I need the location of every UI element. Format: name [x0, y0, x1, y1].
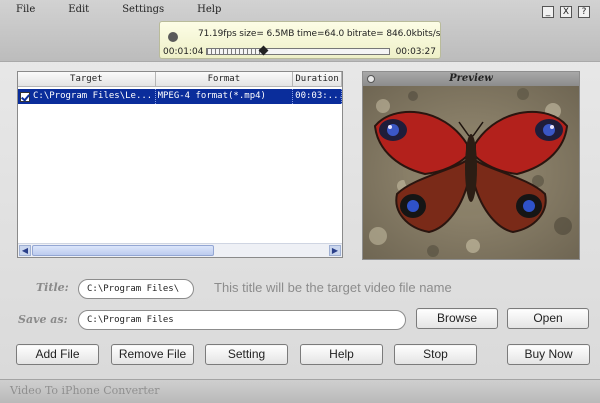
- preview-header: Preview: [363, 72, 579, 86]
- table-row[interactable]: C:\Program Files\Le... MPEG-4 format(*.m…: [18, 89, 343, 104]
- minimize-icon[interactable]: _: [542, 6, 554, 18]
- target-path: C:\Program Files\Le...: [33, 91, 153, 101]
- menu-help[interactable]: Help: [197, 4, 221, 15]
- table-header: Target Format Duration: [18, 72, 342, 87]
- scroll-left-icon[interactable]: ◀: [19, 245, 31, 256]
- open-button[interactable]: Open: [507, 308, 589, 329]
- preview-panel: Preview: [362, 71, 580, 260]
- buy-now-button[interactable]: Buy Now: [507, 344, 590, 365]
- menu-edit[interactable]: Edit: [68, 4, 89, 15]
- progress-fill: [207, 49, 264, 54]
- cell-duration: 00:03:...: [293, 89, 343, 104]
- remove-file-button[interactable]: Remove File: [111, 344, 194, 365]
- title-hint: This title will be the target video file…: [214, 280, 452, 295]
- row-checkbox[interactable]: [20, 91, 30, 102]
- title-label: Title:: [36, 281, 69, 294]
- scroll-right-icon[interactable]: ▶: [329, 245, 341, 256]
- progress-slider[interactable]: [206, 45, 390, 56]
- menu-file[interactable]: File: [16, 4, 35, 15]
- cell-format: MPEG-4 format(*.mp4): [156, 89, 294, 104]
- save-as-input[interactable]: C:\Program Files: [78, 310, 406, 330]
- column-header-target[interactable]: Target: [18, 72, 156, 86]
- help-button[interactable]: Help: [300, 344, 383, 365]
- cell-target: C:\Program Files\Le...: [18, 89, 156, 104]
- setting-button[interactable]: Setting: [205, 344, 288, 365]
- stop-button[interactable]: Stop: [394, 344, 477, 365]
- app-name: Video To iPhone Converter: [10, 384, 160, 397]
- column-header-duration[interactable]: Duration: [293, 72, 342, 86]
- title-input[interactable]: C:\Program Files\: [78, 279, 194, 299]
- preview-image: [363, 86, 579, 259]
- elapsed-time: 00:01:04: [163, 47, 204, 57]
- conversion-status-panel: 71.19fps size= 6.5MB time=64.0 bitrate= …: [159, 21, 441, 59]
- conversion-stats: 71.19fps size= 6.5MB time=64.0 bitrate= …: [198, 29, 441, 39]
- top-bar: File Edit Settings Help _ X ? 71.19fps s…: [0, 0, 600, 62]
- preview-toggle-icon[interactable]: [367, 75, 375, 83]
- status-icon: [168, 32, 178, 42]
- menu-settings[interactable]: Settings: [122, 4, 164, 15]
- file-list-table: Target Format Duration C:\Program Files\…: [17, 71, 343, 258]
- footer-bar: Video To iPhone Converter: [0, 379, 600, 403]
- help-icon[interactable]: ?: [578, 6, 590, 18]
- total-time: 00:03:27: [395, 47, 436, 57]
- add-file-button[interactable]: Add File: [16, 344, 99, 365]
- close-icon[interactable]: X: [560, 6, 572, 18]
- scroll-thumb[interactable]: [32, 245, 214, 256]
- window-controls: _ X ?: [542, 6, 590, 18]
- column-header-format[interactable]: Format: [156, 72, 294, 86]
- horizontal-scrollbar[interactable]: ◀ ▶: [18, 243, 342, 257]
- save-as-label: Save as:: [18, 313, 68, 326]
- preview-title: Preview: [449, 73, 493, 84]
- browse-button[interactable]: Browse: [416, 308, 498, 329]
- menu-bar: File Edit Settings Help: [16, 4, 254, 15]
